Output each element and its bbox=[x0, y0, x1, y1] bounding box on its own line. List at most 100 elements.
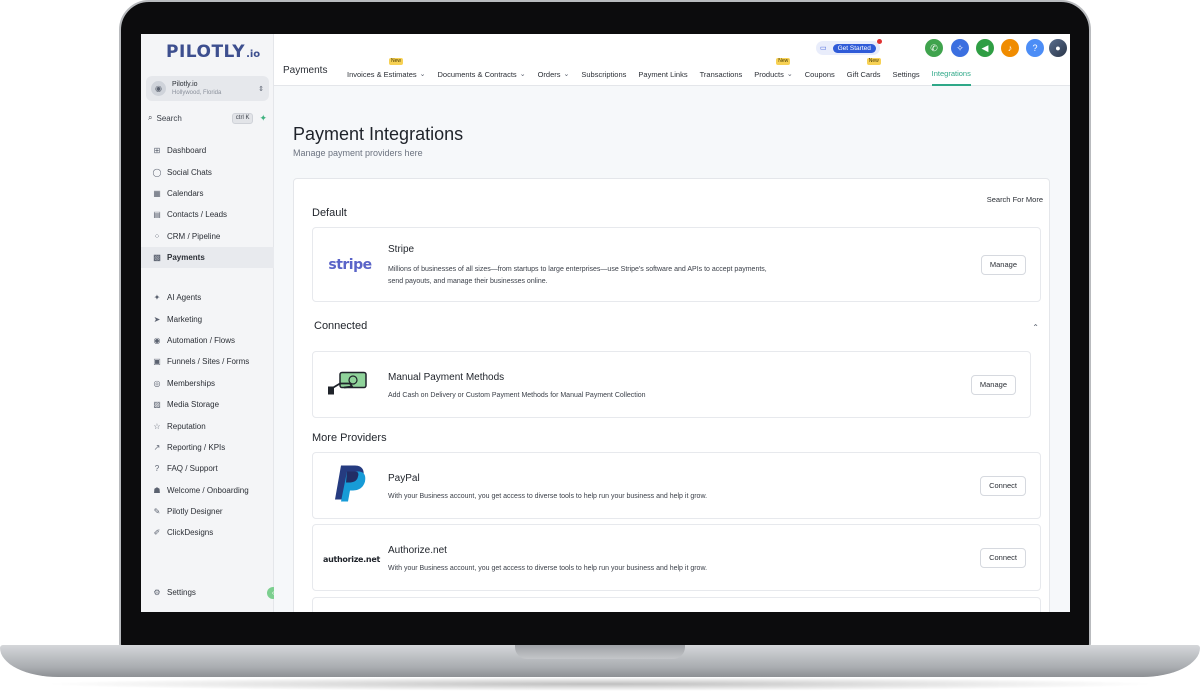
automation-icon: ◉ bbox=[153, 335, 161, 345]
tab-label: Invoices & Estimates bbox=[347, 69, 417, 79]
phone-button[interactable]: ✆ bbox=[925, 39, 943, 57]
tab-documents-contracts[interactable]: Documents & Contracts ⌄ bbox=[437, 62, 525, 86]
tab-products[interactable]: Products ⌄ New bbox=[754, 58, 793, 86]
app-screen: PILOTLY .io ◉ Pilotly.io Hollywood, Flor… bbox=[141, 34, 1070, 612]
nav-group-main: ⊞ Dashboard ◯ Social Chats ▦ Calendars ▤ Contac… bbox=[141, 140, 274, 269]
tab-subscriptions[interactable]: Subscriptions bbox=[581, 62, 626, 86]
connect-paypal-button[interactable]: Connect bbox=[980, 475, 1026, 496]
avatar-icon: ● bbox=[1055, 43, 1061, 53]
brand-logo[interactable]: PILOTLY .io bbox=[166, 42, 260, 66]
tab-transactions[interactable]: Transactions bbox=[700, 62, 743, 86]
sidebar-item-marketing[interactable]: ➤ Marketing bbox=[141, 308, 274, 329]
tab-label: Subscriptions bbox=[581, 69, 627, 79]
sidebar-item-reporting-kpis[interactable]: ↗ Reporting / KPIs bbox=[141, 437, 274, 458]
sidebar: PILOTLY .io ◉ Pilotly.io Hollywood, Flor… bbox=[141, 34, 279, 612]
tab-orders[interactable]: Orders ⌄ bbox=[538, 62, 570, 86]
provider-card-paypal: PayPal With your Business account, you g… bbox=[312, 452, 1041, 519]
account-name: Pilotly.io bbox=[172, 80, 198, 88]
sidebar-item-crm-pipeline[interactable]: ⁘ CRM / Pipeline bbox=[141, 226, 274, 247]
tab-payment-links[interactable]: Payment Links bbox=[638, 62, 687, 86]
tab-settings[interactable]: Settings bbox=[893, 62, 920, 86]
sidebar-search[interactable]: ⌕ Search ctrl K ✦ bbox=[148, 110, 271, 126]
question-icon: ? bbox=[154, 464, 160, 474]
search-shortcut: ctrl K bbox=[231, 112, 254, 124]
main-content: Payment Integrations Manage payment prov… bbox=[274, 86, 1070, 612]
manage-manual-button[interactable]: Manage bbox=[970, 374, 1016, 395]
chevron-down-icon: ⌄ bbox=[419, 71, 426, 78]
sidebar-item-reputation[interactable]: ☆ Reputation bbox=[141, 415, 274, 436]
connect-authorize-button[interactable]: Connect bbox=[980, 547, 1026, 568]
new-badge: New bbox=[776, 58, 791, 65]
sidebar-item-settings[interactable]: ⚙ Settings bbox=[141, 582, 274, 603]
paypal-icon bbox=[327, 463, 373, 508]
sidebar-item-pilotly-designer[interactable]: ✎ Pilotly Designer bbox=[141, 501, 274, 522]
pipeline-icon: ⁘ bbox=[153, 231, 161, 241]
brush-icon: ✎ bbox=[153, 507, 161, 517]
nav-group-tools: ✦ AI Agents ➤ Marketing ◉ Automation / Flows ▣… bbox=[141, 287, 274, 544]
magic-button[interactable]: ✧ bbox=[951, 39, 969, 57]
location-pin-icon: ◉ bbox=[151, 81, 166, 96]
sidebar-item-dashboard[interactable]: ⊞ Dashboard bbox=[141, 140, 274, 161]
sidebar-item-automation-flows[interactable]: ◉ Automation / Flows bbox=[141, 330, 274, 351]
provider-description: With your Business account, you get acce… bbox=[388, 493, 708, 500]
users-icon: ☗ bbox=[153, 485, 161, 495]
sidebar-item-label: CRM / Pipeline bbox=[167, 231, 221, 241]
sidebar-item-media-storage[interactable]: ▨ Media Storage bbox=[141, 394, 274, 415]
sidebar-item-label: ClickDesigns bbox=[167, 528, 214, 538]
tab-gift-cards[interactable]: Gift Cards New bbox=[847, 58, 881, 86]
page-subtitle: Manage payment providers here bbox=[293, 148, 423, 158]
contacts-icon: ▤ bbox=[153, 210, 161, 220]
sidebar-item-label: Reputation bbox=[167, 421, 206, 431]
notifications-button[interactable]: ♪ bbox=[1001, 39, 1019, 57]
quick-action-icon[interactable]: ✦ bbox=[259, 113, 267, 124]
desc-line-2: send payouts, and manage their businesse… bbox=[388, 278, 548, 285]
default-group-label: Default bbox=[312, 207, 347, 219]
search-label: Search bbox=[156, 113, 182, 123]
manage-stripe-button[interactable]: Manage bbox=[980, 254, 1026, 275]
sidebar-item-payments[interactable]: ▧ Payments bbox=[141, 246, 274, 269]
sidebar-item-contacts-leads[interactable]: ▤ Contacts / Leads bbox=[141, 204, 274, 225]
paypal-logo-graphic bbox=[335, 465, 366, 501]
search-for-more-link[interactable]: Search For More bbox=[987, 195, 1043, 204]
sidebar-item-faq-support[interactable]: ? FAQ / Support bbox=[141, 458, 274, 479]
sidebar-item-funnels-sites-forms[interactable]: ▣ Funnels / Sites / Forms bbox=[141, 351, 274, 372]
gear-icon: ⚙ bbox=[153, 588, 161, 598]
sidebar-item-label: FAQ / Support bbox=[167, 464, 218, 474]
wrench-icon: ✐ bbox=[153, 528, 161, 538]
sidebar-item-clickdesigns[interactable]: ✐ ClickDesigns bbox=[141, 522, 274, 543]
bell-icon: ♪ bbox=[1007, 43, 1013, 53]
sidebar-item-welcome-onboarding[interactable]: ☗ Welcome / Onboarding bbox=[141, 480, 274, 501]
tab-integrations[interactable]: Integrations bbox=[931, 62, 971, 86]
user-avatar[interactable]: ● bbox=[1049, 39, 1067, 57]
sidebar-item-ai-agents[interactable]: ✦ AI Agents bbox=[141, 287, 274, 308]
sidebar-item-calendars[interactable]: ▦ Calendars bbox=[141, 183, 274, 204]
help-button[interactable]: ? bbox=[1026, 39, 1044, 57]
provider-name: Authorize.net bbox=[388, 545, 447, 556]
sidebar-item-label: Automation / Flows bbox=[167, 335, 236, 345]
chevron-up-icon[interactable]: ⌃ bbox=[1032, 323, 1039, 332]
provider-card-partial bbox=[312, 597, 1041, 612]
account-switcher[interactable]: ◉ Pilotly.io Hollywood, Florida ⇕ bbox=[146, 76, 269, 101]
provider-card-manual: Manual Payment Methods Add Cash on Deliv… bbox=[312, 351, 1031, 418]
get-started-widget[interactable]: ▭ Get Started bbox=[816, 39, 882, 55]
sidebar-item-social-chats[interactable]: ◯ Social Chats bbox=[141, 161, 274, 182]
sidebar-item-memberships[interactable]: ◎ Memberships bbox=[141, 373, 274, 394]
payments-icon: ▧ bbox=[153, 253, 161, 263]
authorize-net-logo: authorize.net bbox=[323, 549, 380, 567]
sidebar-item-label: Memberships bbox=[167, 378, 216, 388]
tab-invoices-estimates[interactable]: Invoices & Estimates ⌄ New bbox=[347, 58, 426, 86]
tab-label: Orders bbox=[537, 69, 561, 79]
account-text: Pilotly.io Hollywood, Florida bbox=[172, 81, 221, 97]
sidebar-item-label: Payments bbox=[167, 253, 205, 263]
announcements-button[interactable]: ◀ bbox=[976, 39, 994, 57]
calendar-icon: ▦ bbox=[153, 188, 161, 198]
provider-card-stripe: stripe Stripe Millions of businesses of … bbox=[312, 227, 1041, 302]
new-badge: New bbox=[866, 58, 881, 65]
sidebar-item-label: Marketing bbox=[167, 314, 203, 324]
tab-coupons[interactable]: Coupons bbox=[805, 62, 835, 86]
sidebar-item-label: Welcome / Onboarding bbox=[167, 485, 249, 495]
get-started-button[interactable]: Get Started bbox=[832, 43, 876, 53]
megaphone-icon: ◀ bbox=[981, 42, 989, 53]
send-icon: ➤ bbox=[153, 314, 161, 324]
sidebar-item-label: Dashboard bbox=[167, 146, 207, 156]
